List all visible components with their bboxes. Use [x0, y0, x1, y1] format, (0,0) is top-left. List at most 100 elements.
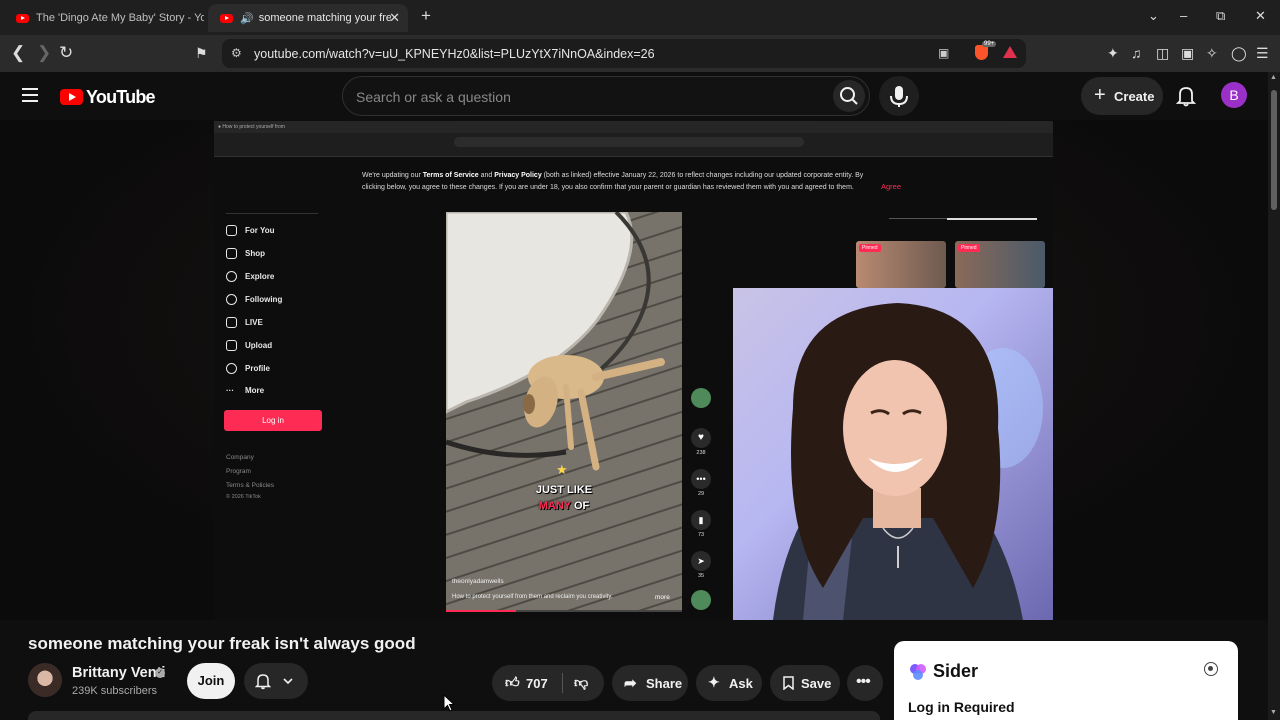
- dislike-button[interactable]: 👎︎: [563, 665, 604, 701]
- scroll-down-arrow-icon[interactable]: ▼: [1270, 709, 1277, 716]
- sidebar-icon[interactable]: ◫: [1156, 45, 1169, 62]
- terms-link: Terms of Service: [422, 172, 479, 179]
- address-bar[interactable]: ⚙ youtube.com/watch?v=uU_KPNEYHz0&list=P…: [222, 39, 1026, 68]
- chevron-down-icon: [283, 678, 293, 685]
- browser-tab-bar: The 'Dingo Ate My Baby' Story - You 🔊 so…: [0, 0, 1280, 35]
- verified-check-icon: ✓: [155, 668, 165, 678]
- browser-tab-active[interactable]: 🔊 someone matching your freak ✕: [208, 4, 408, 32]
- like-button[interactable]: 👍︎ 707: [492, 665, 558, 701]
- menu-icon[interactable]: ☰: [1256, 45, 1269, 62]
- tiktok-video: ★ JUST LIKE MANY OF theonlyadamwells How…: [446, 212, 682, 612]
- home-icon: [226, 225, 237, 236]
- back-button[interactable]: ❮: [11, 43, 25, 63]
- forward-button[interactable]: ❯: [37, 43, 51, 63]
- new-tab-button[interactable]: +: [421, 6, 431, 26]
- footer-company: Company: [226, 454, 254, 461]
- url-text: youtube.com/watch?v=uU_KPNEYHz0&list=PLU…: [254, 47, 655, 61]
- channel-name[interactable]: Brittany Venti: [72, 665, 165, 681]
- tiktok-login-button: Log in: [224, 410, 322, 431]
- reload-button[interactable]: ↻: [59, 43, 73, 63]
- inner-url-bar: [454, 137, 804, 147]
- subscribed-notifications-button[interactable]: [244, 663, 308, 699]
- scroll-up-arrow-icon[interactable]: ▲: [1270, 74, 1277, 81]
- tab-list-chevron-icon[interactable]: ⌄: [1148, 8, 1159, 24]
- scrollbar-thumb[interactable]: [1271, 90, 1277, 210]
- bookmark-icon[interactable]: ⚑: [195, 43, 208, 63]
- tiktok-nav-upload: Upload: [226, 340, 272, 351]
- save-label: Save: [801, 676, 832, 691]
- dog-on-deck-image: [446, 212, 682, 612]
- cast-icon[interactable]: ▣: [938, 46, 949, 60]
- minimize-button[interactable]: –: [1180, 8, 1187, 23]
- pinned-video-thumb: Pinned: [955, 241, 1045, 288]
- policy-notice: We're updating our Terms of Service and …: [362, 172, 864, 191]
- bookmark-action: ▮ 73: [691, 510, 711, 538]
- notifications-bell-icon[interactable]: [1176, 85, 1196, 107]
- description-box[interactable]: [28, 711, 880, 720]
- leo-ai-icon[interactable]: ✧: [1206, 45, 1218, 62]
- channel-avatar[interactable]: [28, 663, 62, 697]
- thumbs-down-icon: 👎︎: [574, 674, 589, 690]
- tiktok-nav-following: Following: [226, 294, 282, 305]
- like-count: 707: [526, 676, 548, 691]
- hamburger-menu-icon[interactable]: [22, 88, 38, 106]
- heart-icon: ♥: [691, 428, 711, 448]
- create-label: Create: [1114, 89, 1155, 104]
- search-input[interactable]: Search or ask a question: [342, 76, 870, 116]
- wallet-icon[interactable]: ▣: [1181, 45, 1194, 62]
- media-icon[interactable]: ♫: [1131, 45, 1142, 61]
- browser-tab-dingo[interactable]: The 'Dingo Ate My Baby' Story - You: [4, 4, 204, 32]
- live-icon: [226, 317, 237, 328]
- extensions-icon[interactable]: ✦: [1107, 45, 1119, 62]
- create-button[interactable]: + Create: [1081, 77, 1163, 115]
- account-avatar[interactable]: B: [1221, 82, 1247, 108]
- like-action: ♥ 238: [691, 428, 711, 456]
- close-window-button[interactable]: ✕: [1255, 8, 1266, 24]
- brave-rewards-icon[interactable]: [1003, 46, 1017, 58]
- streamer-webcam: [733, 288, 1053, 620]
- join-button[interactable]: Join: [187, 663, 235, 699]
- plus-box-icon: [226, 340, 237, 351]
- more-actions-button[interactable]: •••: [847, 665, 883, 701]
- search-button[interactable]: [833, 80, 865, 112]
- youtube-header: YouTube Search or ask a question + Creat…: [0, 72, 1268, 120]
- person-icon: [226, 294, 237, 305]
- close-tab-icon[interactable]: ✕: [389, 10, 400, 26]
- youtube-logo-icon[interactable]: [60, 89, 83, 105]
- footer-copyright: © 2026 TikTok: [226, 494, 261, 500]
- sider-panel: Sider Log in Required: [894, 641, 1238, 720]
- sider-settings-icon[interactable]: [1204, 662, 1218, 676]
- active-tab-underline: [947, 218, 1037, 220]
- tiktok-nav-more: ··· More: [226, 386, 265, 395]
- ask-button[interactable]: ✦ Ask: [696, 665, 762, 701]
- inner-tab: ● How to protect yourself from: [218, 124, 285, 130]
- youtube-favicon-icon: [16, 13, 29, 23]
- youtube-logo-text[interactable]: YouTube: [86, 87, 156, 108]
- speaker-icon: 🔊: [240, 12, 254, 25]
- maximize-button[interactable]: ⧉: [1216, 8, 1225, 24]
- search-placeholder: Search or ask a question: [356, 89, 511, 105]
- vpn-icon[interactable]: ◯: [1231, 45, 1247, 62]
- inner-browser-tabs: ● How to protect yourself from: [214, 121, 1053, 133]
- comment-action: ••• 29: [691, 469, 711, 497]
- sider-title: Sider: [933, 661, 979, 681]
- voice-search-button[interactable]: [879, 76, 919, 116]
- tiktok-nav-live: LIVE: [226, 317, 263, 328]
- brave-shield-icon[interactable]: [975, 45, 988, 60]
- caption-line1: JUST LIKE: [535, 484, 593, 496]
- youtube-favicon-icon: [220, 13, 233, 23]
- video-author: theonlyadamwells: [452, 578, 504, 585]
- bag-icon: [226, 248, 237, 259]
- subscriber-count: 239K subscribers: [72, 685, 157, 697]
- share-button[interactable]: ➦ Share: [612, 665, 688, 701]
- save-button[interactable]: Save: [770, 665, 840, 701]
- pinned-video-thumb: Pinned: [856, 241, 946, 288]
- share-icon: ➦: [624, 675, 637, 692]
- more-link: more: [655, 594, 670, 601]
- tiktok-nav-shop: Shop: [226, 248, 265, 259]
- star-sticker-icon: ★: [556, 462, 568, 477]
- comment-icon: •••: [691, 469, 711, 489]
- bookmark-icon: ▮: [691, 510, 711, 530]
- site-settings-icon[interactable]: ⚙: [231, 46, 242, 60]
- share-arrow-icon: ➤: [691, 551, 711, 571]
